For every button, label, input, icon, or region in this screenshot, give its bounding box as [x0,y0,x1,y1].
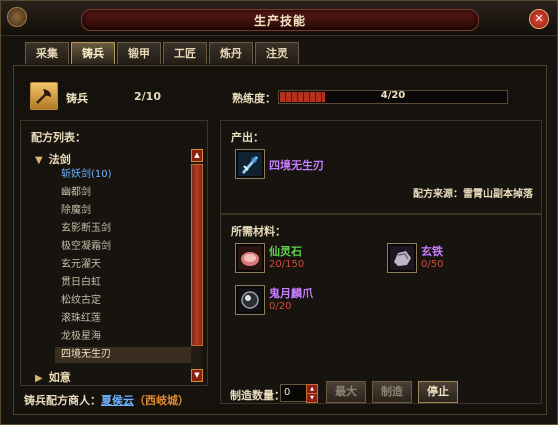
output-header: 产出： [231,131,264,144]
output-item-slot[interactable] [235,149,265,179]
recipe-item[interactable]: 龙极星海 [61,329,189,345]
close-icon: ✕ [534,12,544,25]
collapsed-arrow-icon: ▶ [35,373,43,384]
spirit-stone-icon [238,246,262,270]
tab-infusion[interactable]: 注灵 [255,42,299,64]
close-button[interactable]: ✕ [529,9,549,29]
main-panel: 铸兵 2/10 熟练度： 4/20 配方列表： ▼ 法剑 斩妖剑(10) 幽都剑 … [13,65,547,415]
claw-orb-icon [238,288,262,312]
merchant-name-link[interactable]: 夏侯云 [101,394,134,407]
scroll-up-button[interactable]: ▲ [191,149,203,162]
blade-icon [238,152,262,176]
tab-armorsmith[interactable]: 锻甲 [117,42,161,64]
title-plate: 生产技能 [81,9,479,31]
category-ruyi[interactable]: ▶ 如意 [35,369,71,385]
recipe-item[interactable]: 滚珠红莲 [61,311,189,327]
material-count: 0/20 [269,301,292,312]
recipe-item[interactable]: 贯日白虹 [61,275,189,291]
stop-button[interactable]: 停止 [418,381,458,403]
material-slot[interactable] [387,243,417,273]
quantity-stepper[interactable]: ▲ ▼ [306,384,318,403]
merchant-label: 铸兵配方商人： [24,394,101,407]
tab-weaponsmith[interactable]: 铸兵 [71,42,115,64]
corner-ornament-icon [7,7,27,27]
recipe-item[interactable]: 极空凝霜剑 [61,239,189,255]
production-skill-window: 生产技能 ✕ 采集 铸兵 锻甲 工匠 炼丹 注灵 铸兵 2/10 熟练度： 4/… [0,0,558,425]
proficiency-label: 熟练度： [232,92,276,105]
proficiency-text: 4/20 [380,90,406,101]
max-button[interactable]: 最大 [326,381,366,403]
recipe-item[interactable]: 斩妖剑(10) [61,167,189,183]
material-count: 20/150 [269,259,305,270]
recipe-item[interactable]: 幽都剑 [61,185,189,201]
quantity-down-button[interactable]: ▼ [306,393,318,403]
materials-header: 所需材料： [231,225,286,238]
tab-gather[interactable]: 采集 [25,42,69,64]
quantity-input[interactable]: 0 [280,384,307,402]
material-name: 鬼月麟爪 [269,287,313,300]
material-count: 0/50 [421,259,444,270]
scrollbar-thumb[interactable] [191,164,203,346]
recipe-source: 配方来源：雷霄山副本掉落 [413,189,533,200]
recipe-item[interactable]: 玄元濯天 [61,257,189,273]
recipe-list-header: 配方列表： [31,131,86,144]
proficiency-bar: 4/20 [278,90,508,104]
tab-craftsman[interactable]: 工匠 [163,42,207,64]
recipe-item[interactable]: 玄影断玉剑 [61,221,189,237]
scroll-down-button[interactable]: ▼ [191,369,203,382]
title-bar[interactable]: 生产技能 ✕ [1,1,557,36]
window-title: 生产技能 [253,14,306,28]
category-label: 如意 [48,371,71,384]
category-magic-sword[interactable]: ▼ 法剑 [35,151,71,167]
material-name: 玄铁 [421,245,443,258]
skill-level: 2/10 [134,90,161,103]
recipe-list-panel: 配方列表： ▼ 法剑 斩妖剑(10) 幽都剑 除魔剑 玄影断玉剑 极空凝霜剑 玄元… [20,120,208,386]
material-slot[interactable] [235,243,265,273]
materials-panel: 所需材料： 仙灵石 20/150 玄铁 0/50 鬼月麟爪 0/20 [220,214,542,404]
recipe-item[interactable]: 除魔剑 [61,203,189,219]
recipe-merchant: 铸兵配方商人：夏侯云（西岐城） [24,392,189,408]
expanded-arrow-icon: ▼ [35,155,43,166]
category-label: 法剑 [48,153,71,166]
skill-name: 铸兵 [66,92,88,105]
tab-alchemy[interactable]: 炼丹 [209,42,253,64]
material-name: 仙灵石 [269,245,302,258]
axe-icon [30,82,58,110]
recipe-item-selected[interactable]: 四境无生刃 [55,347,197,363]
make-button[interactable]: 制造 [372,381,412,403]
quantity-label: 制造数量： [230,389,285,402]
output-item-name: 四境无生刃 [269,159,324,172]
merchant-city: （西岐城） [134,394,189,407]
material-slot[interactable] [235,285,265,315]
iron-ore-icon [390,246,414,270]
output-panel: 产出： 四境无生刃 配方来源：雷霄山副本掉落 [220,120,542,214]
recipe-item[interactable]: 松纹古定 [61,293,189,309]
